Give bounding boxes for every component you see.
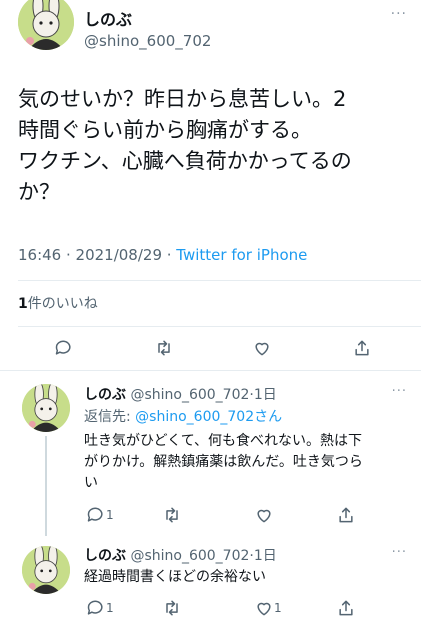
retweet-button[interactable] bbox=[160, 503, 184, 527]
tweet-text-line: 時間ぐらい前から胸痛がする。 bbox=[18, 118, 312, 142]
reply-count: 1 bbox=[106, 601, 114, 615]
share-button[interactable] bbox=[334, 503, 358, 527]
share-icon bbox=[339, 600, 353, 616]
more-options-icon[interactable]: ··· bbox=[392, 384, 407, 399]
reply-header[interactable]: しのぶ @shino_600_702·1日 bbox=[84, 384, 277, 404]
retweet-button[interactable] bbox=[160, 596, 184, 620]
tweet-text: 気のせいか？昨日から息苦しい。2 時間ぐらい前から胸痛がする。 ワクチン、心臓へ… bbox=[18, 84, 410, 208]
reply-text-line: 吐き気がひどくて、何も食べれない。熱は下 bbox=[84, 433, 363, 449]
like-icon bbox=[257, 602, 271, 616]
like-icon bbox=[257, 509, 271, 523]
author-handle[interactable]: @shino_600_702 bbox=[130, 387, 249, 403]
avatar-image bbox=[22, 384, 70, 432]
share-icon bbox=[339, 507, 353, 523]
retweet-icon bbox=[158, 340, 170, 356]
reply-icon bbox=[55, 340, 71, 355]
author-handle[interactable]: @shino_600_702 bbox=[130, 548, 249, 564]
reply-button[interactable] bbox=[84, 596, 108, 620]
like-icon bbox=[255, 342, 269, 356]
reply-text: 経過時間書くほどの余裕ない bbox=[84, 567, 404, 588]
avatar-image bbox=[22, 546, 70, 594]
tweet-metadata: 16:46 · 2021/08/29 · Twitter for iPhone bbox=[18, 246, 307, 264]
share-icon bbox=[355, 340, 369, 356]
avatar[interactable] bbox=[22, 546, 70, 594]
author-name[interactable]: しのぶ bbox=[84, 548, 126, 564]
divider bbox=[0, 370, 421, 371]
tweet-text-line: ワクチン、心臓へ負荷かかってるの bbox=[18, 149, 352, 173]
avatar-image bbox=[18, 0, 74, 50]
share-button[interactable] bbox=[350, 336, 374, 360]
reply-age: ·1日 bbox=[249, 387, 277, 403]
author-handle[interactable]: @shino_600_702 bbox=[84, 32, 211, 50]
reply-header[interactable]: しのぶ @shino_600_702·1日 bbox=[84, 545, 277, 565]
like-button[interactable] bbox=[250, 336, 274, 360]
like-count: 1 bbox=[274, 601, 282, 615]
reply-text-line: がりかけ。解熱鎮痛薬は飲んだ。吐き気つら bbox=[84, 454, 363, 470]
like-button[interactable] bbox=[252, 596, 276, 620]
divider bbox=[18, 326, 421, 327]
reply-button[interactable] bbox=[52, 336, 76, 360]
reply-text: 吐き気がひどくて、何も食べれない。熱は下 がりかけ。解熱鎮痛薬は飲んだ。吐き気つ… bbox=[84, 431, 404, 494]
tweet-text-line: 気のせいか？昨日から息苦しい。2 bbox=[18, 87, 347, 111]
like-button[interactable] bbox=[252, 503, 276, 527]
replying-to: 返信先: @shino_600_702さん bbox=[84, 406, 282, 426]
likes-summary[interactable]: 1件のいいね bbox=[18, 293, 98, 313]
reply-text-line: 経過時間書くほどの余裕ない bbox=[84, 569, 266, 585]
tweet-text-line: か？ bbox=[18, 180, 60, 204]
replying-to-handle[interactable]: @shino_600_702さん bbox=[135, 409, 282, 425]
share-button[interactable] bbox=[334, 596, 358, 620]
likes-label: 件のいいね bbox=[27, 296, 98, 312]
avatar[interactable] bbox=[22, 384, 70, 432]
author-name[interactable]: しのぶ bbox=[84, 387, 126, 403]
reply-text-line: い bbox=[84, 475, 98, 491]
more-options-icon[interactable]: ··· bbox=[392, 545, 407, 560]
reply-age: ·1日 bbox=[249, 548, 277, 564]
likes-count: 1 bbox=[18, 296, 28, 312]
tweet-client[interactable]: Twitter for iPhone bbox=[176, 246, 307, 264]
more-options-icon[interactable]: ··· bbox=[391, 6, 407, 22]
retweet-icon bbox=[166, 600, 178, 616]
reply-icon bbox=[87, 507, 103, 522]
divider bbox=[18, 280, 421, 281]
avatar[interactable] bbox=[18, 0, 74, 50]
retweet-icon bbox=[166, 507, 178, 523]
reply-count: 1 bbox=[106, 508, 114, 522]
retweet-button[interactable] bbox=[152, 336, 176, 360]
thread-connector bbox=[45, 436, 47, 536]
tweet-timestamp[interactable]: 16:46 · 2021/08/29 · bbox=[18, 246, 176, 264]
reply-button[interactable] bbox=[84, 503, 108, 527]
reply-icon bbox=[87, 600, 103, 615]
author-name[interactable]: しのぶ bbox=[84, 6, 132, 30]
replying-to-label: 返信先: bbox=[84, 409, 136, 425]
